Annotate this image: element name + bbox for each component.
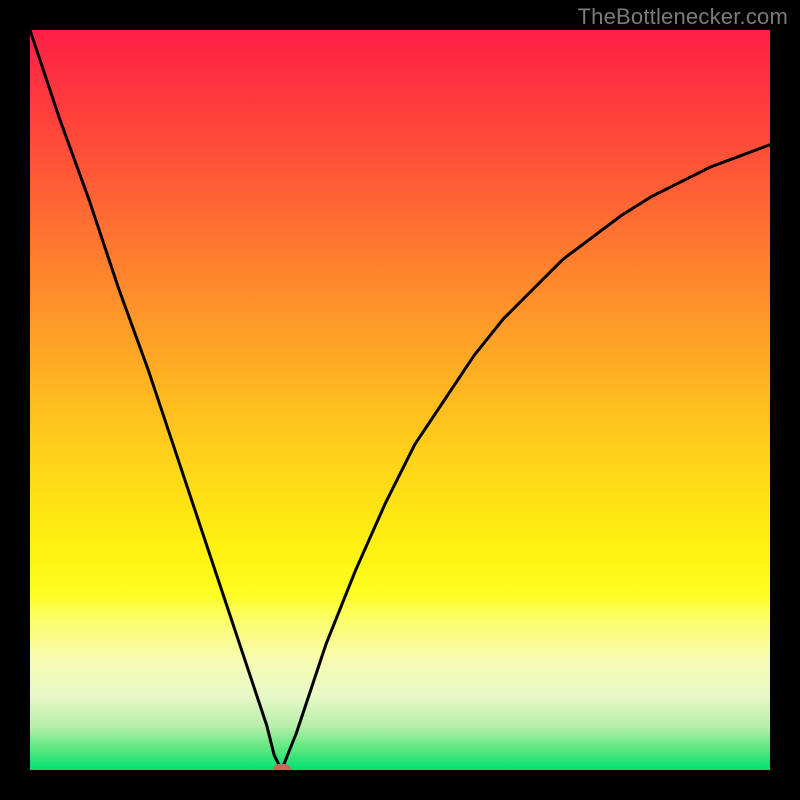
chart-plot-area [30, 30, 770, 770]
watermark-text: TheBottlenecker.com [578, 4, 788, 30]
optimum-marker [273, 764, 291, 770]
bottleneck-curve [30, 30, 770, 770]
